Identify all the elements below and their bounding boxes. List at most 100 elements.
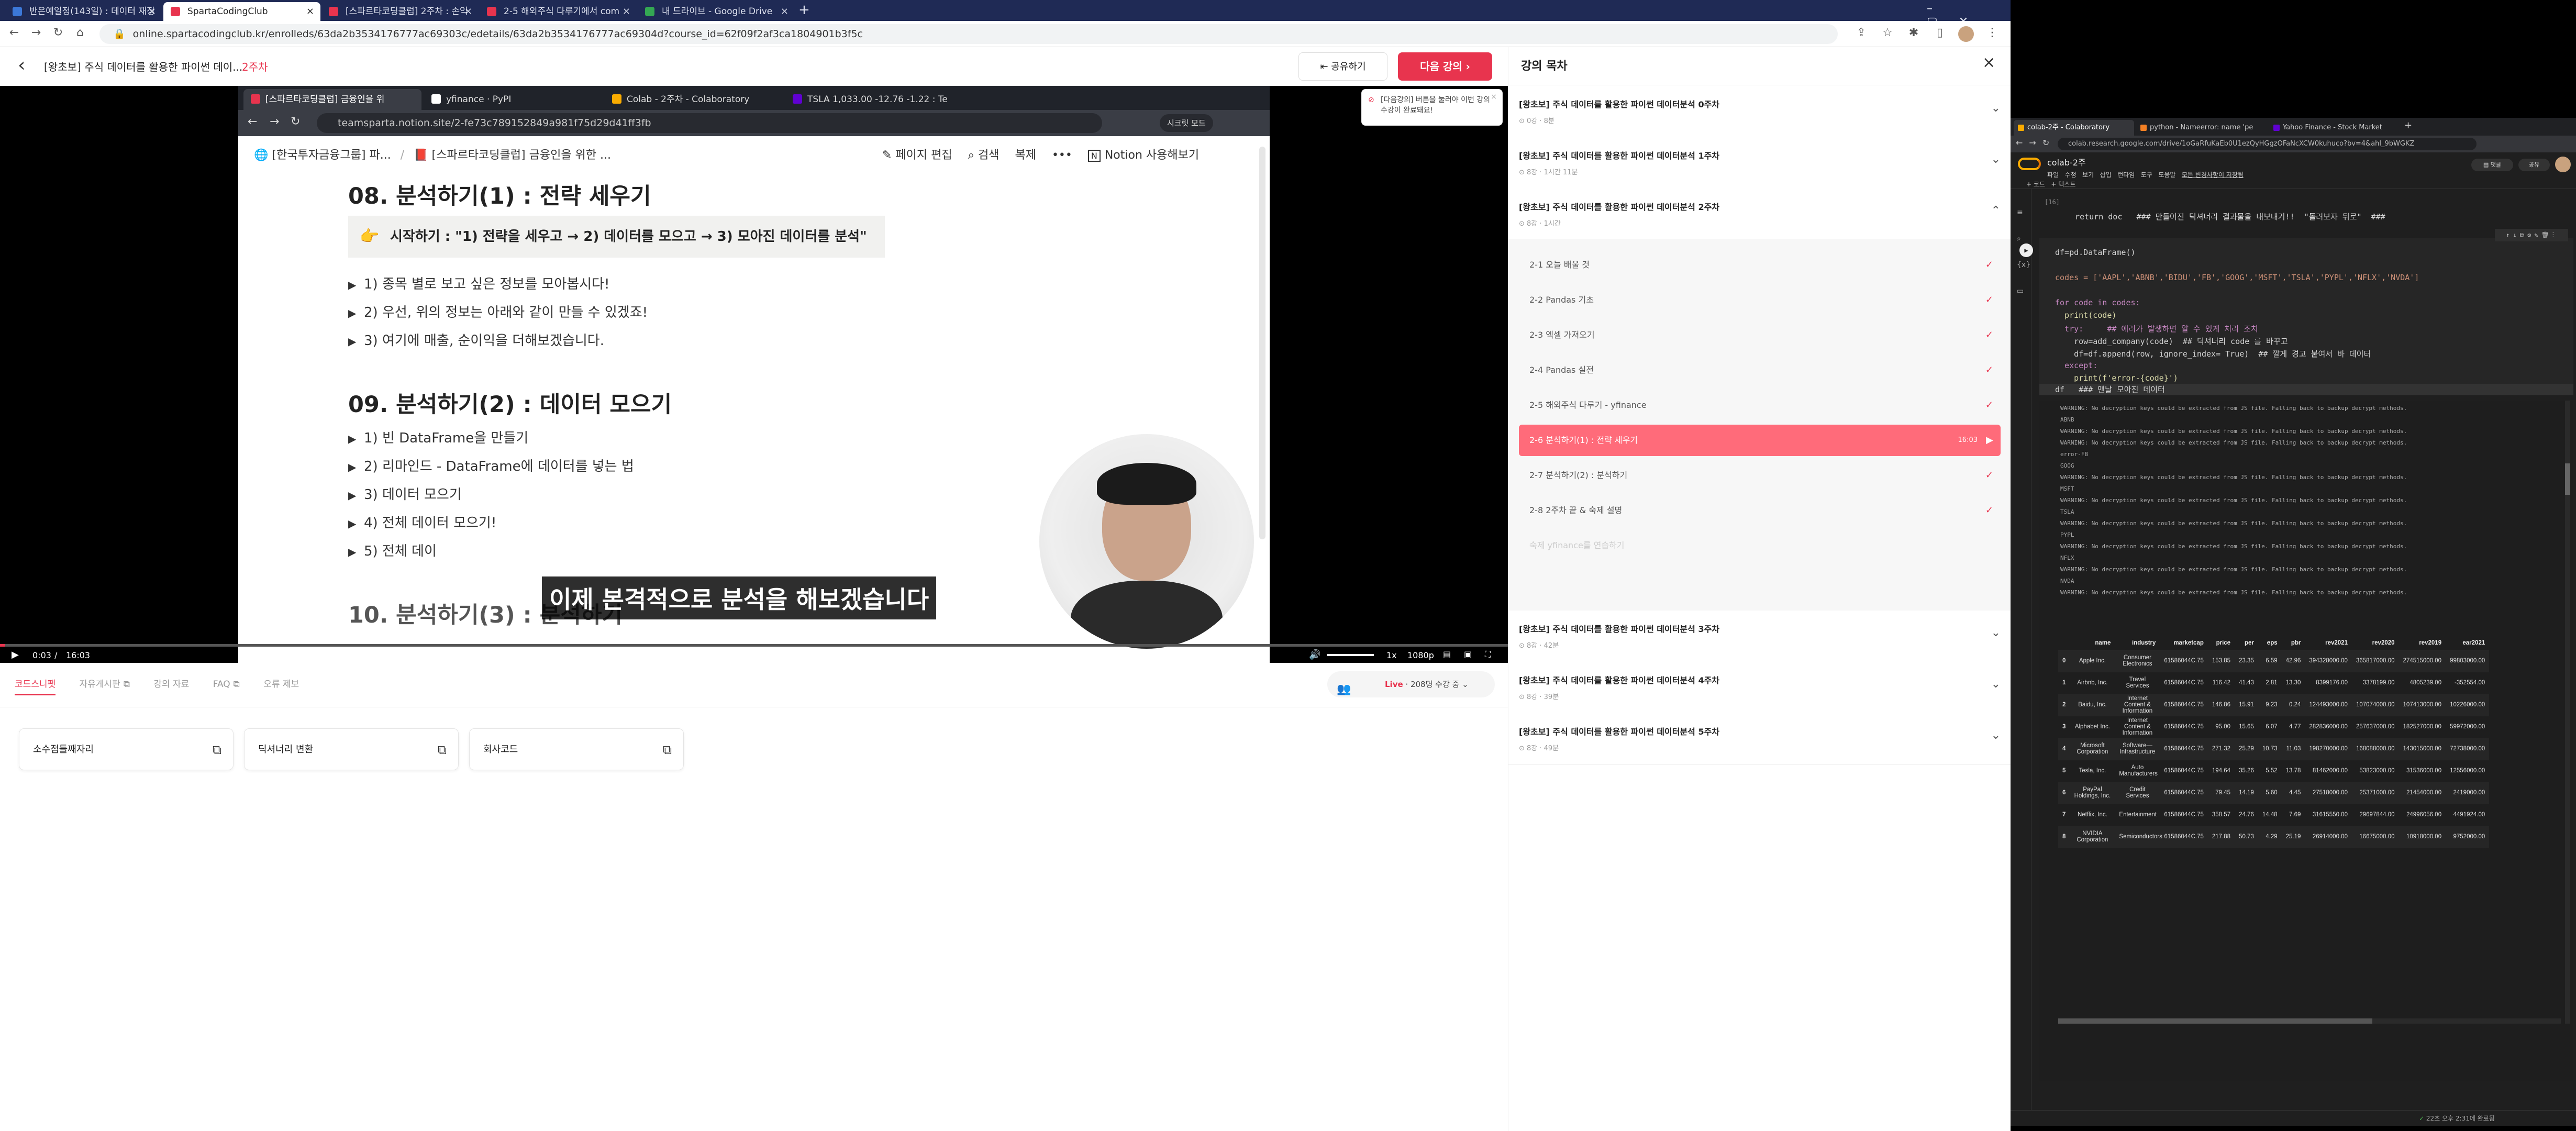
share-button[interactable]: ⇤ 공유하기 <box>1298 52 1387 81</box>
browser-tab[interactable]: 반은예일정(143일) : 데이터 재정 × <box>5 2 162 21</box>
close-icon[interactable]: × <box>148 2 156 21</box>
url-input[interactable]: 🔒 online.spartacodingclub.kr/enrolleds/63… <box>99 24 1838 44</box>
copy-icon[interactable]: ⧉ <box>663 729 672 771</box>
close-icon[interactable]: × <box>306 2 314 21</box>
volume-icon[interactable]: 🔊 <box>1309 649 1320 660</box>
favicon-icon <box>13 7 22 16</box>
share-button[interactable]: 공유 <box>2518 159 2550 171</box>
tab-faq[interactable]: FAQ <box>213 679 230 690</box>
nav-icons[interactable]: ←→↻ <box>2016 138 2056 148</box>
home-icon[interactable]: ⌂ <box>72 26 88 39</box>
menu-view[interactable]: 보기 <box>2082 171 2094 179</box>
menu-tools[interactable]: 도구 <box>2141 171 2152 179</box>
table-cell: Semiconductors <box>2115 825 2162 848</box>
next-lecture-button[interactable]: 다음 강의 › <box>1398 52 1492 81</box>
menu-kebab-icon[interactable]: ⋮ <box>1984 26 2000 39</box>
menu-insert[interactable]: 삽입 <box>2100 171 2112 179</box>
code-cell[interactable]: ▶ df=pd.DataFrame() codes = ['AAPL','ABN… <box>2019 229 2573 395</box>
run-cell-icon[interactable]: ▶ <box>2019 243 2033 257</box>
forward-icon[interactable]: → <box>28 26 44 39</box>
week-section-expanded[interactable]: [왕초보] 주식 데이터를 활용한 파이썬 데이터분석 2주차 ⊙ 8강 · 1시… <box>1519 200 2001 228</box>
share-icon[interactable]: ⇪ <box>1853 26 1869 39</box>
live-viewers-pill[interactable]: 👥 Live · 208명 수강 중 ⌄ <box>1327 671 1495 697</box>
previous-cell[interactable]: [16] return doc ### 만들어진 딕셔너리 결과물을 내보내기!… <box>2039 196 2573 228</box>
lesson-item[interactable]: 2-5 해외주식 다루기 - yfinance ✓ <box>1519 390 2001 421</box>
close-icon[interactable]: × <box>1982 53 1995 72</box>
pip-icon[interactable]: ▣ <box>1464 649 1472 659</box>
volume-slider[interactable] <box>1327 654 1374 656</box>
video-player[interactable]: [스파르타코딩클럽] 금융인을 위 yfinance · PyPI Colab … <box>0 86 1508 663</box>
browser-tab[interactable]: Yahoo Finance - Stock Market <box>2269 120 2400 136</box>
profile-avatar[interactable] <box>1958 26 1974 42</box>
lesson-item[interactable]: 2-8 2주차 끝 & 숙제 설명 ✓ <box>1519 495 2001 526</box>
captions-icon[interactable]: ▤ <box>1443 649 1451 659</box>
browser-tab[interactable]: 2-5 해외주식 다루기에서 com × <box>480 2 637 21</box>
lesson-item[interactable]: 2-4 Pandas 실전 ✓ <box>1519 354 2001 386</box>
save-status[interactable]: 모든 변경사항이 저장됨 <box>2182 171 2244 179</box>
week-section[interactable]: [왕초보] 주식 데이터를 활용한 파이썬 데이터분석 5주차 ⊙ 8강 · 49… <box>1519 725 2001 752</box>
extensions-icon[interactable]: ✱ <box>1906 26 1922 39</box>
video-progress-bar[interactable] <box>0 644 1508 647</box>
cell-actions-toolbar[interactable]: ↑↓⧉⚙✎🗑⋮ <box>2495 229 2568 241</box>
week-section[interactable]: [왕초보] 주식 데이터를 활용한 파이썬 데이터분석 4주차 ⊙ 8강 · 39… <box>1519 673 2001 701</box>
close-icon[interactable]: × <box>464 2 472 21</box>
browser-tab-active[interactable]: colab-2주 - Colaboratory <box>2014 120 2134 136</box>
snippet-card[interactable]: 회사코드 ⧉ <box>469 728 684 770</box>
close-icon[interactable]: × <box>781 2 789 21</box>
close-icon[interactable]: × <box>623 2 630 21</box>
tab-snippets[interactable]: 코드스니펫 <box>15 679 56 695</box>
browser-tab[interactable]: 내 드라이브 - Google Drive × <box>638 2 795 21</box>
close-icon[interactable]: × <box>1491 92 1497 102</box>
browser-tab[interactable]: python - Nameerror: name 'pe <box>2136 120 2267 136</box>
comment-button[interactable]: ▤ 댓글 <box>2471 159 2513 171</box>
menu-edit[interactable]: 수정 <box>2065 171 2077 179</box>
tab-report[interactable]: 오류 제보 <box>263 679 299 690</box>
tab-title: colab-2주 - Colaboratory <box>2027 124 2110 131</box>
tab-materials[interactable]: 강의 자료 <box>153 679 189 690</box>
quality-label[interactable]: 1080p <box>1407 650 1434 660</box>
snippet-card[interactable]: 소수점들째자리 ⧉ <box>19 728 234 770</box>
search-icon: ⌕ <box>968 149 978 162</box>
browser-tab[interactable]: [스파르타코딩클럽] 2주차 : 손익 × <box>321 2 479 21</box>
url-input[interactable]: colab.research.google.com/drive/1oGaRfuK… <box>2058 138 2477 150</box>
copy-icon[interactable]: ⧉ <box>213 729 221 771</box>
lesson-item[interactable]: 2-1 오늘 배울 것 ✓ <box>1519 249 2001 281</box>
notebook-title[interactable]: colab-2주 <box>2047 156 2086 168</box>
week-section[interactable]: [왕초보] 주식 데이터를 활용한 파이썬 데이터분석 1주차 ⊙ 8강 · 1시… <box>1519 149 2001 176</box>
bookmark-star-icon[interactable]: ☆ <box>1880 26 1895 39</box>
new-tab-button[interactable]: + <box>2404 120 2412 131</box>
table-cell: Internet Content & Information <box>2115 693 2160 716</box>
play-icon[interactable]: ▶ <box>12 649 19 660</box>
add-code-button[interactable]: + 코드 <box>2026 181 2045 188</box>
table-hscrollbar[interactable] <box>2058 1018 2561 1024</box>
back-chevron-icon[interactable]: ‹ <box>18 54 25 76</box>
reload-icon[interactable]: ↻ <box>50 26 66 39</box>
avatar[interactable] <box>2555 157 2571 172</box>
lesson-item-current[interactable]: 2-6 분석하기(1) : 전략 세우기 16:03 ▶ <box>1519 425 2001 456</box>
copy-icon[interactable]: ⧉ <box>438 729 447 771</box>
table-cell: 61586044C.75 <box>2160 649 2208 672</box>
colab-tab-bar: colab-2주 - Colaboratory python - Nameerr… <box>2011 118 2576 136</box>
menu-file[interactable]: 파일 <box>2047 171 2059 179</box>
speed-label[interactable]: 1x <box>1386 650 1397 660</box>
output-scrollbar[interactable] <box>2565 401 2570 1024</box>
sidepanel-icon[interactable]: ▯ <box>1932 26 1948 39</box>
menu-help[interactable]: 도움말 <box>2158 171 2175 179</box>
lesson-item[interactable]: 2-3 엑셀 가져오기 ✓ <box>1519 319 2001 351</box>
snippet-card[interactable]: 딕셔너리 변환 ⧉ <box>244 728 459 770</box>
table-cell: Consumer Electronics <box>2115 649 2160 672</box>
back-icon[interactable]: ← <box>6 26 22 39</box>
lesson-item[interactable]: 2-7 분석하기(2) : 분석하기 ✓ <box>1519 460 2001 491</box>
lesson-item[interactable]: 2-2 Pandas 기초 ✓ <box>1519 284 2001 316</box>
new-tab-button[interactable]: + <box>798 2 810 18</box>
menu-runtime[interactable]: 런타임 <box>2117 171 2135 179</box>
week-section[interactable]: [왕초보] 주식 데이터를 활용한 파이썬 데이터분석 3주차 ⊙ 8강 · 42… <box>1519 622 2001 650</box>
week-section[interactable]: [왕초보] 주식 데이터를 활용한 파이썬 데이터분석 0주차 ⊙ 0강 · 8분… <box>1519 97 2001 125</box>
browser-tab-active[interactable]: SpartaCodingClub × <box>163 2 320 21</box>
lesson-item-homework[interactable]: 숙제 yfinance를 연습하기 <box>1519 530 2001 561</box>
column-header: ear2021 <box>2462 639 2485 646</box>
toggle-label: 4) 전체 데이터 모으기! <box>364 515 497 531</box>
fullscreen-icon[interactable]: ⛶ <box>1485 649 1491 660</box>
add-text-button[interactable]: + 텍스트 <box>2051 181 2075 188</box>
tab-board[interactable]: 자유게시판 <box>80 679 120 690</box>
